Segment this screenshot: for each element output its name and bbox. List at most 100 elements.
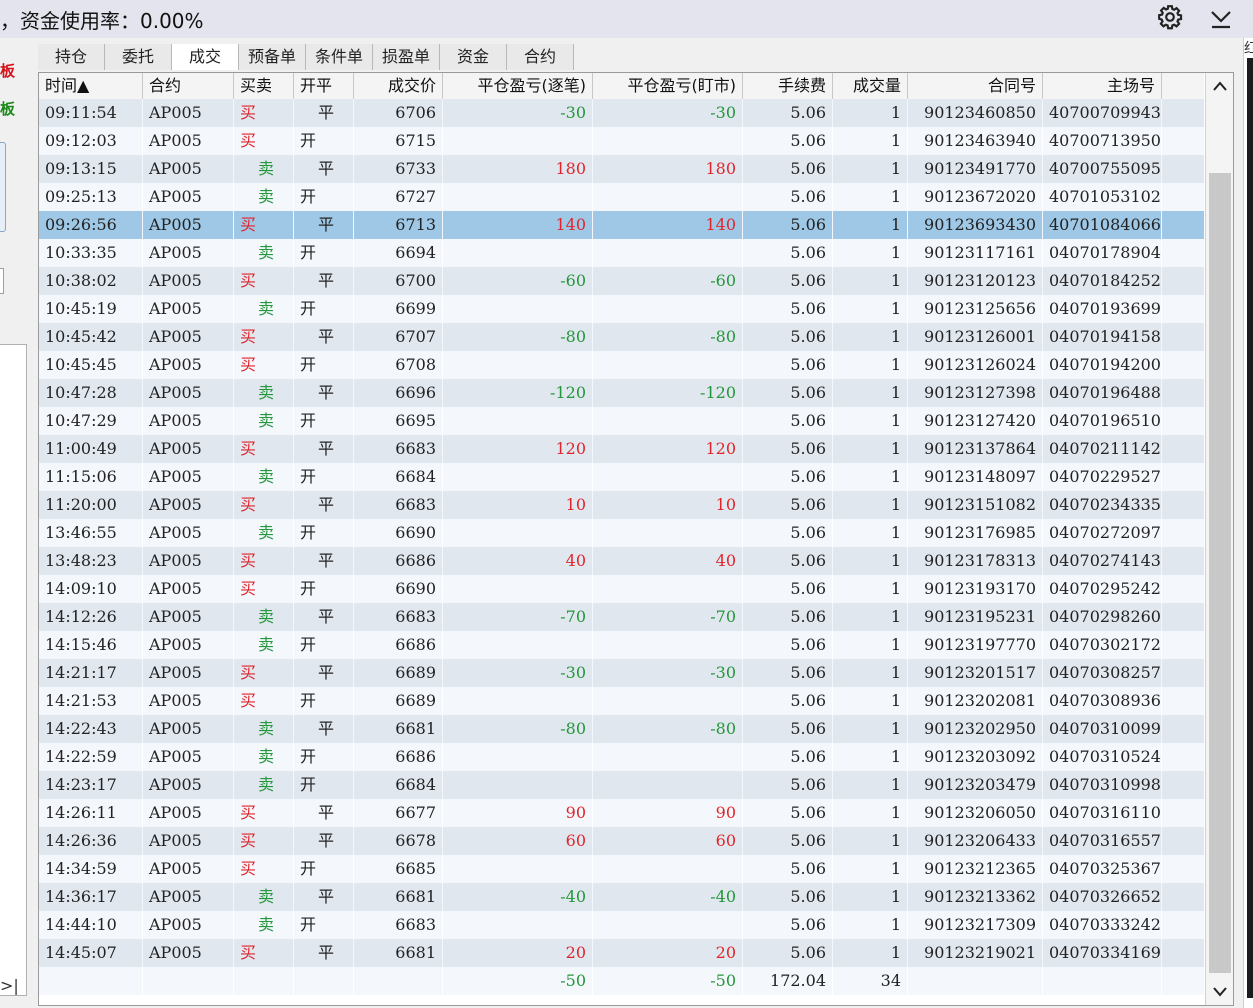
pnl-per-trade-cell: 90	[443, 799, 593, 827]
download-icon[interactable]	[1209, 6, 1233, 30]
price-cell: 6706	[354, 99, 443, 127]
table-row[interactable]: 10:45:45 AP005 买开 6708 5.06 1 90123126024 04070…	[39, 351, 1204, 379]
open-close-cell: 开	[294, 743, 354, 771]
table-row[interactable]: 14:36:17 AP005 卖平 6681 -40 -40 5.06 1 9012321336…	[39, 883, 1204, 911]
tab-3[interactable]: 预备单	[239, 44, 306, 70]
left-bottom-nav[interactable]: >|	[0, 976, 19, 995]
scroll-up-icon[interactable]	[1212, 79, 1228, 93]
vertical-scrollbar[interactable]	[1205, 73, 1233, 1005]
table-row[interactable]: 09:25:13 AP005 卖开 6727 5.06 1 90123672020 40701…	[39, 183, 1204, 211]
column-header-qty[interactable]: 成交量	[833, 73, 908, 99]
contract-cell: AP005	[143, 631, 234, 659]
quantity-cell: 1	[833, 519, 908, 547]
table-row[interactable]: 09:13:15 AP005 卖平 6733 180 180 5.06 1 9012349177…	[39, 155, 1204, 183]
tab-0[interactable]: 持仓	[38, 44, 105, 70]
column-header-oc[interactable]: 开平	[294, 73, 354, 99]
contract-cell: AP005	[143, 911, 234, 939]
price-cell: 6683	[354, 911, 443, 939]
fee-cell: 5.06	[743, 631, 833, 659]
column-header-price[interactable]: 成交价	[354, 73, 443, 99]
column-header-pnl2[interactable]: 平仓盈亏(盯市)	[593, 73, 743, 99]
table-row[interactable]: 14:09:10 AP005 买开 6690 5.06 1 90123193170 04070…	[39, 575, 1204, 603]
table-row[interactable]: 09:11:54 AP005 买平 6706 -30 -30 5.06 1 9012346085…	[39, 99, 1204, 127]
open-close-cell: 开	[294, 771, 354, 799]
pnl-per-trade-cell	[443, 771, 593, 799]
table-row[interactable]: 10:45:42 AP005 买平 6707 -80 -80 5.06 1 9012312600…	[39, 323, 1204, 351]
pnl-per-trade-cell	[443, 575, 593, 603]
table-row[interactable]: 10:33:35 AP005 卖开 6694 5.06 1 90123117161 04070…	[39, 239, 1204, 267]
contract-cell: AP005	[143, 743, 234, 771]
tab-7[interactable]: 合约	[507, 44, 574, 70]
table-row[interactable]: 14:44:10 AP005 卖开 6683 5.06 1 90123217309 04070…	[39, 911, 1204, 939]
fee-cell: 5.06	[743, 575, 833, 603]
table-row[interactable]: 14:21:53 AP005 买开 6689 5.06 1 90123202081 04070…	[39, 687, 1204, 715]
pnl-mark-to-market-cell: -60	[593, 267, 743, 295]
exchange-no-cell: 040703332420	[1043, 911, 1162, 939]
table-row[interactable]: 14:26:11 AP005 买平 6677 90 90 5.06 1 90123206050 0…	[39, 799, 1204, 827]
price-cell: 6707	[354, 323, 443, 351]
table-row[interactable]: 09:26:56 AP005 买平 6713 140 140 5.06 1 9012369343…	[39, 211, 1204, 239]
column-header-order[interactable]: 合同号	[908, 73, 1043, 99]
quantity-cell: 1	[833, 155, 908, 183]
exchange-no-cell: 040701941587	[1043, 323, 1162, 351]
fee-cell: 5.06	[743, 351, 833, 379]
column-header-pnl1[interactable]: 平仓盈亏(逐笔)	[443, 73, 593, 99]
fee-cell: 5.06	[743, 99, 833, 127]
table-row[interactable]: 14:21:17 AP005 买平 6689 -30 -30 5.06 1 9012320151…	[39, 659, 1204, 687]
table-row[interactable]: 11:00:49 AP005 买平 6683 120 120 5.06 1 9012313786…	[39, 435, 1204, 463]
scroll-down-icon[interactable]	[1212, 985, 1228, 999]
summary-open-close-cell	[294, 967, 354, 995]
pnl-per-trade-cell	[443, 351, 593, 379]
left-label-green: 板	[0, 100, 16, 118]
table-row[interactable]: 14:45:07 AP005 买平 6681 20 20 5.06 1 90123219021 0…	[39, 939, 1204, 967]
open-close-cell: 开	[294, 631, 354, 659]
table-row[interactable]: 11:15:06 AP005 卖开 6684 5.06 1 90123148097 04070…	[39, 463, 1204, 491]
table-row[interactable]: 14:15:46 AP005 卖开 6686 5.06 1 90123197770 04070…	[39, 631, 1204, 659]
price-cell: 6727	[354, 183, 443, 211]
table-row[interactable]: 11:20:00 AP005 买平 6683 10 10 5.06 1 90123151082 0…	[39, 491, 1204, 519]
table-row[interactable]: 10:45:19 AP005 卖开 6699 5.06 1 90123125656 04070…	[39, 295, 1204, 323]
time-cell: 14:21:17	[39, 659, 143, 687]
table-row[interactable]: 13:46:55 AP005 卖开 6690 5.06 1 90123176985 04070…	[39, 519, 1204, 547]
table-row[interactable]: 14:22:59 AP005 卖开 6686 5.06 1 90123203092 04070…	[39, 743, 1204, 771]
gear-icon[interactable]	[1157, 4, 1183, 30]
column-header-time[interactable]: 时间▲	[39, 73, 143, 99]
table-row[interactable]: 14:23:17 AP005 卖开 6684 5.06 1 90123203479 04070…	[39, 771, 1204, 799]
tab-1[interactable]: 委托	[105, 44, 172, 70]
quantity-cell: 1	[833, 435, 908, 463]
fee-cell: 5.06	[743, 939, 833, 967]
open-close-cell: 平	[294, 211, 354, 239]
tab-4[interactable]: 条件单	[306, 44, 373, 70]
table-row[interactable]: 13:48:23 AP005 买平 6686 40 40 5.06 1 90123178313 0…	[39, 547, 1204, 575]
tab-2[interactable]: 成交	[172, 44, 239, 70]
column-header-contract[interactable]: 合约	[143, 73, 234, 99]
table-row[interactable]: 09:12:03 AP005 买开 6715 5.06 1 90123463940 40700…	[39, 127, 1204, 155]
tab-6[interactable]: 资金	[440, 44, 507, 70]
table-row[interactable]: 14:12:26 AP005 卖平 6683 -70 -70 5.06 1 9012319523…	[39, 603, 1204, 631]
contract-cell: AP005	[143, 323, 234, 351]
fee-cell: 5.06	[743, 295, 833, 323]
pnl-mark-to-market-cell	[593, 855, 743, 883]
contract-cell: AP005	[143, 183, 234, 211]
scroll-thumb[interactable]	[1209, 173, 1231, 973]
table-row[interactable]: 10:38:02 AP005 买平 6700 -60 -60 5.06 1 9012312012…	[39, 267, 1204, 295]
table-row[interactable]: 14:26:36 AP005 买平 6678 60 60 5.06 1 90123206433 0…	[39, 827, 1204, 855]
table-row[interactable]: 14:34:59 AP005 买开 6685 5.06 1 90123212365 04070…	[39, 855, 1204, 883]
tab-5[interactable]: 损盈单	[373, 44, 440, 70]
trades-grid: 时间▲ 合约 买卖 开平 成交价 平仓盈亏(逐笔) 平仓盈亏(盯市) 手续费 成交量 合同号 主场号…	[38, 72, 1234, 1006]
table-row[interactable]: 14:22:43 AP005 卖平 6681 -80 -80 5.06 1 9012320295…	[39, 715, 1204, 743]
fee-cell: 5.06	[743, 855, 833, 883]
left-input[interactable]	[0, 268, 4, 294]
pnl-per-trade-cell	[443, 127, 593, 155]
column-header-fee[interactable]: 手续费	[743, 73, 833, 99]
pnl-per-trade-cell: -30	[443, 659, 593, 687]
order-no-cell: 90123126024	[908, 351, 1043, 379]
pnl-per-trade-cell	[443, 463, 593, 491]
column-header-exch[interactable]: 主场号	[1043, 73, 1162, 99]
table-row[interactable]: 10:47:29 AP005 卖开 6695 5.06 1 90123127420 04070…	[39, 407, 1204, 435]
left-button[interactable]	[0, 142, 6, 232]
quantity-cell: 1	[833, 771, 908, 799]
pnl-mark-to-market-cell: -80	[593, 323, 743, 351]
column-header-bs[interactable]: 买卖	[234, 73, 294, 99]
table-row[interactable]: 10:47:28 AP005 卖平 6696 -120 -120 5.06 1 90123127…	[39, 379, 1204, 407]
